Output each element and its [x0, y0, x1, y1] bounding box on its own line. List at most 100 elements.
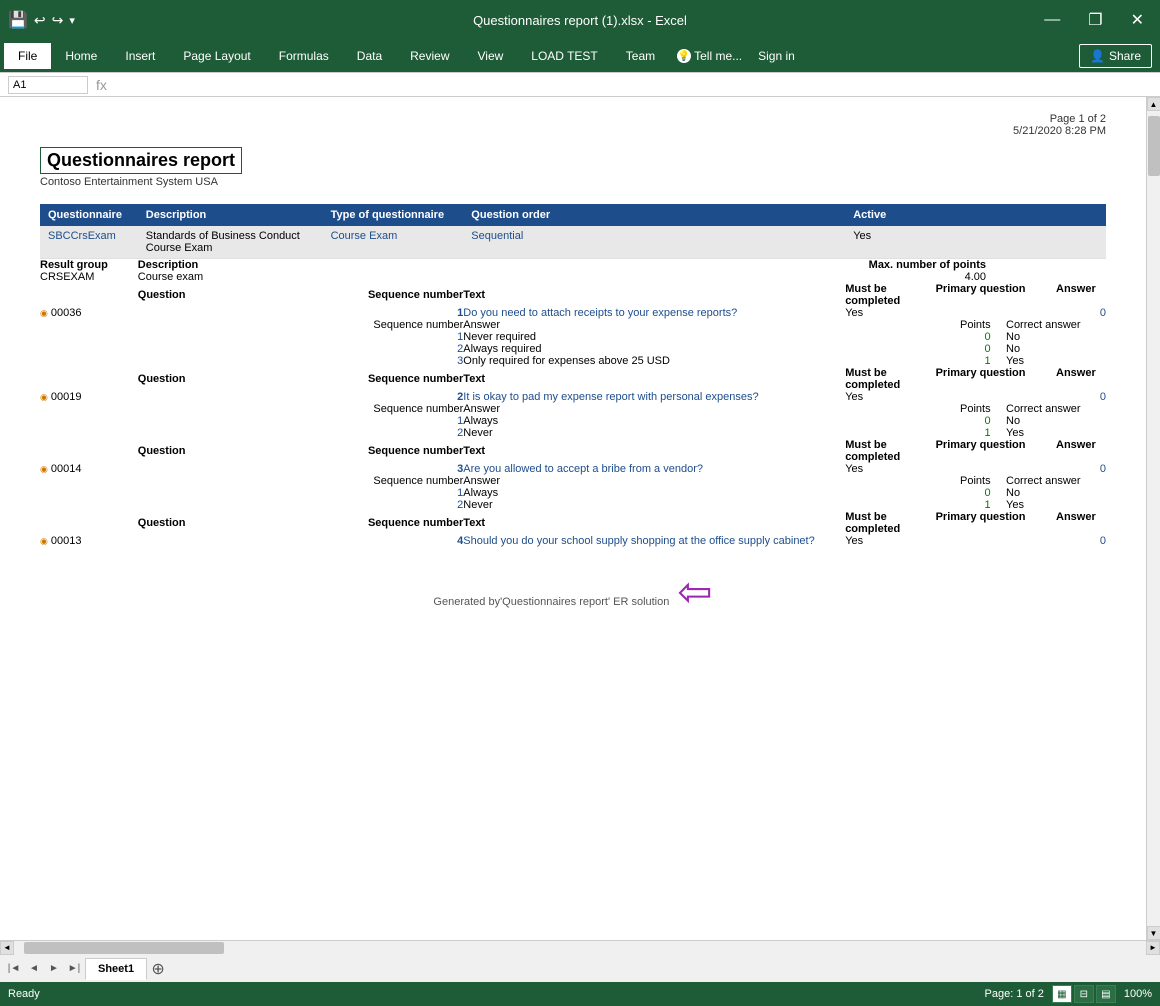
answer-row-00036-2: 2 Always required 0 No	[40, 343, 1106, 355]
hscroll-thumb[interactable]	[24, 942, 224, 954]
q-empty-00036	[138, 307, 323, 319]
close-button[interactable]: ✕	[1123, 6, 1152, 34]
ready-status: Ready	[8, 988, 40, 1000]
page-layout-view-button[interactable]: ⊟	[1074, 985, 1094, 1003]
result-group-row: Result group Description Max. number of …	[40, 259, 1106, 272]
q-meta-1: Must be completed Primary question Answe…	[845, 283, 1106, 307]
q-text-00019: It is okay to pad my expense report with…	[463, 391, 845, 403]
table-header-row: Questionnaire Description Type of questi…	[40, 204, 1106, 226]
add-sheet-button[interactable]: ⊕	[148, 959, 168, 979]
hscroll-track[interactable]	[14, 941, 1146, 955]
quest-id: SBCCrsExam	[40, 226, 138, 259]
scroll-thumb[interactable]	[1148, 116, 1160, 176]
a-points-00036-3: 1	[941, 355, 991, 367]
page-area[interactable]: Page 1 of 2 5/21/2020 8:28 PM Questionna…	[0, 97, 1146, 940]
tab-home[interactable]: Home	[51, 43, 111, 69]
main-content: Page 1 of 2 5/21/2020 8:28 PM Questionna…	[0, 97, 1146, 940]
answer-row-00014-1: 1 Always 0 No	[40, 487, 1106, 499]
customize-icon[interactable]: ▾	[69, 14, 75, 27]
quest-type: Course Exam	[323, 226, 464, 259]
a-correct-00036-1: No	[1006, 331, 1106, 343]
q-must-00036: Yes	[845, 307, 925, 319]
col-header-description: Description	[138, 204, 323, 226]
tab-file[interactable]: File	[4, 43, 51, 69]
minimize-button[interactable]: —	[1036, 7, 1068, 33]
sheet-nav-first[interactable]: |◄	[4, 959, 24, 979]
sheet-nav-last[interactable]: ►|	[64, 959, 84, 979]
tab-formulas[interactable]: Formulas	[265, 43, 343, 69]
a-seq-00036-2: 2	[323, 343, 464, 355]
name-box[interactable]	[8, 76, 88, 94]
tab-data[interactable]: Data	[343, 43, 396, 69]
q-answer-label-1: Answer	[1056, 283, 1106, 307]
restore-button[interactable]: ❐	[1080, 6, 1110, 34]
sheet-nav-prev[interactable]: ◄	[24, 959, 44, 979]
question-header-row-1: Question Sequence number Text Must be co…	[40, 283, 1106, 307]
window-controls: — ❐ ✕	[1036, 6, 1152, 34]
status-right: Page: 1 of 2 ▦ ⊟ ▤ 100%	[985, 985, 1152, 1003]
quest-desc: Standards of Business ConductCourse Exam	[138, 226, 323, 259]
footer-area: Generated by'Questionnaires report' ER s…	[40, 567, 1106, 616]
share-label: Share	[1109, 49, 1141, 63]
redo-icon[interactable]: ↪	[52, 12, 64, 29]
formula-separator: fx	[96, 77, 107, 93]
share-icon: 👤	[1090, 49, 1105, 63]
tab-insert[interactable]: Insert	[111, 43, 169, 69]
page-number: Page 1 of 2	[40, 113, 1106, 125]
quick-access-toolbar: 💾 ↩ ↪ ▾	[8, 10, 75, 30]
col-header-type: Type of questionnaire	[323, 204, 464, 226]
tab-load-test[interactable]: LOAD TEST	[517, 43, 611, 69]
main-table: Questionnaire Description Type of questi…	[40, 204, 1106, 547]
view-buttons: ▦ ⊟ ▤	[1052, 985, 1116, 1003]
sheet-tabs-bar: |◄ ◄ ► ►| Sheet1 ⊕	[0, 954, 1160, 982]
zoom-level: 100%	[1124, 988, 1152, 1000]
q-label-1	[40, 283, 138, 307]
q-text-label-1: Text	[463, 283, 845, 307]
q-icon-00036: ◉ 00036	[40, 307, 138, 319]
footer-text: Generated by'Questionnaires report' ER s…	[433, 596, 669, 608]
share-button[interactable]: 👤 Share	[1079, 44, 1152, 68]
q-primary-00036	[936, 307, 1046, 319]
a-correct-header-00036: Correct answer	[1006, 319, 1106, 331]
answer-row-00019-2: 2 Never 1 Yes	[40, 427, 1106, 439]
hscroll-right-arrow[interactable]: ►	[1146, 941, 1160, 955]
result-group-desc-label: Description	[138, 259, 323, 272]
tab-review[interactable]: Review	[396, 43, 463, 69]
a-text-00036-3: Only required for expenses above 25 USD	[463, 355, 845, 367]
tab-view[interactable]: View	[464, 43, 518, 69]
scroll-up-arrow[interactable]: ▲	[1147, 97, 1160, 111]
question-header-row-3: Question Sequence number Text Must be co…	[40, 439, 1106, 463]
q-id-00013: ◉ 00013	[40, 535, 138, 547]
tab-page-layout[interactable]: Page Layout	[169, 43, 264, 69]
page-info: Page 1 of 2 5/21/2020 8:28 PM	[40, 113, 1106, 137]
quest-active: Yes	[845, 226, 1106, 259]
q-answer-00036: 0	[1056, 307, 1106, 319]
tab-team[interactable]: Team	[612, 43, 669, 69]
tell-me-button[interactable]: 💡 Tell me...	[669, 45, 750, 67]
hscroll-left-arrow[interactable]: ◄	[0, 941, 14, 955]
scroll-down-arrow[interactable]: ▼	[1147, 926, 1160, 940]
answer-row-00019-1: 1 Always 0 No	[40, 415, 1106, 427]
question-row-00014: ◉ 00014 3 Are you allowed to accept a br…	[40, 463, 1106, 475]
a-answer-header-00036: Answer	[463, 319, 845, 331]
scroll-track[interactable]	[1147, 111, 1160, 926]
a-correct-00036-3: Yes	[1006, 355, 1106, 367]
a-text-00036-2: Always required	[463, 343, 845, 355]
sheet-nav-next[interactable]: ►	[44, 959, 64, 979]
undo-icon[interactable]: ↩	[34, 12, 46, 29]
purple-arrow-icon: ⇦	[677, 567, 712, 616]
horizontal-scrollbar[interactable]: ◄ ►	[0, 940, 1160, 954]
a-seq-header-00036: Sequence number	[323, 319, 464, 331]
a-points-00036-2: 0	[941, 343, 991, 355]
a-points-header-00036: Points	[941, 319, 991, 331]
answer-header-row-00014: Sequence number Answer Points Correct an…	[40, 475, 1106, 487]
answer-row-00014-2: 2 Never 1 Yes	[40, 499, 1106, 511]
question-row-00036: ◉ 00036 1 Do you need to attach receipts…	[40, 307, 1106, 319]
normal-view-button[interactable]: ▦	[1052, 985, 1072, 1003]
sign-in-button[interactable]: Sign in	[750, 45, 803, 67]
sheet-tab-sheet1[interactable]: Sheet1	[85, 958, 147, 980]
vertical-scrollbar[interactable]: ▲ ▼	[1146, 97, 1160, 940]
q-primary-label-1: Primary question	[936, 283, 1046, 307]
page-break-view-button[interactable]: ▤	[1096, 985, 1116, 1003]
save-icon[interactable]: 💾	[8, 10, 28, 30]
